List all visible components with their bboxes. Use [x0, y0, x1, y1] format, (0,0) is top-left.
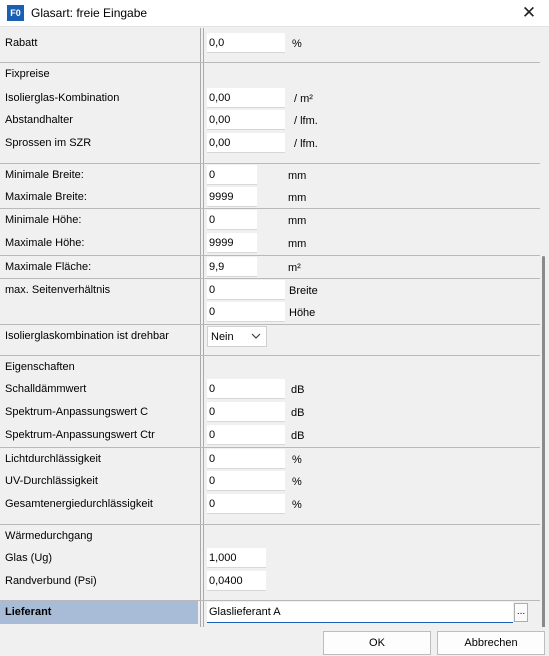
abstandhalter-input[interactable]: 0,00 — [207, 110, 285, 130]
chevron-down-icon — [251, 333, 261, 339]
row-uv: UV-Durchlässigkeit 0 % — [0, 470, 540, 493]
glas-ug-input[interactable]: 1,000 — [207, 548, 266, 568]
eigenschaften-heading: Eigenschaften — [5, 361, 75, 373]
row-drehbar: Isolierglaskombination ist drehbar Nein — [0, 324, 540, 347]
abstandhalter-label: Abstandhalter — [5, 114, 73, 126]
randverbund-input[interactable]: 0,0400 — [207, 571, 266, 591]
uv-unit: % — [292, 476, 302, 488]
spektrum-ctr-unit: dB — [291, 430, 305, 442]
row-schalldaemm: Schalldämmwert 0 dB — [0, 378, 540, 401]
drehbar-select[interactable]: Nein — [207, 326, 267, 347]
seitenverhaeltnis-label: max. Seitenverhältnis — [5, 284, 111, 296]
lieferant-input[interactable]: Glaslieferant A — [207, 602, 513, 623]
lieferant-label: Lieferant — [5, 606, 52, 618]
row-min-hoehe: Minimale Höhe: 0 mm — [0, 208, 540, 231]
form-area: Rabatt 0,0 % Fixpreise Isolierglas-Kombi… — [0, 28, 540, 627]
row-sprossen: Sprossen im SZR 0,00 / lfm. — [0, 132, 540, 155]
row-seitenverhaeltnis: max. Seitenverhältnis 0 Breite — [0, 278, 540, 301]
glas-ug-label: Glas (Ug) — [5, 552, 53, 564]
rabatt-label: Rabatt — [5, 37, 38, 49]
cancel-button[interactable]: Abbrechen — [437, 631, 545, 655]
sprossen-input[interactable]: 0,00 — [207, 133, 285, 153]
row-max-breite: Maximale Breite: 9999 mm — [0, 186, 540, 209]
sprossen-label: Sprossen im SZR — [5, 137, 92, 149]
isolierglas-label: Isolierglas-Kombination — [5, 92, 120, 104]
seitenverhaeltnis-breite-input[interactable]: 0 — [207, 280, 285, 300]
max-breite-unit: mm — [288, 192, 307, 204]
uv-input[interactable]: 0 — [207, 471, 285, 491]
drehbar-label: Isolierglaskombination ist drehbar — [5, 330, 169, 342]
vertical-scrollbar[interactable] — [540, 28, 549, 634]
app-icon: F0 — [7, 5, 24, 21]
licht-label: Lichtdurchlässigkeit — [5, 453, 101, 465]
seitenverhaeltnis-hoehe-input[interactable]: 0 — [207, 302, 285, 322]
isolierglas-unit: / m² — [294, 93, 313, 105]
title-bar: F0 Glasart: freie Eingabe ✕ — [0, 0, 549, 27]
sprossen-unit: / lfm. — [294, 138, 318, 150]
row-seitenverhaeltnis-hoehe: 0 Höhe — [0, 301, 540, 324]
spektrum-ctr-input[interactable]: 0 — [207, 425, 285, 445]
row-abstandhalter: Abstandhalter 0,00 / lfm. — [0, 109, 540, 132]
row-max-flaeche: Maximale Fläche: 9,9 m² — [0, 255, 540, 278]
spektrum-c-label: Spektrum-Anpassungswert C — [5, 406, 149, 418]
seitenverhaeltnis-breite-unit: Breite — [289, 285, 318, 297]
min-breite-label: Minimale Breite: — [5, 169, 84, 181]
gesamtenergie-input[interactable]: 0 — [207, 494, 285, 514]
max-flaeche-label: Maximale Fläche: — [5, 261, 92, 273]
max-hoehe-unit: mm — [288, 238, 307, 250]
seitenverhaeltnis-hoehe-unit: Höhe — [289, 307, 316, 319]
max-hoehe-input[interactable]: 9999 — [207, 233, 257, 253]
max-flaeche-unit: m² — [288, 262, 301, 274]
scrollbar-thumb[interactable] — [542, 256, 545, 634]
min-hoehe-label: Minimale Höhe: — [5, 214, 82, 226]
waerme-heading: Wärmedurchgang — [5, 530, 93, 542]
max-breite-input[interactable]: 9999 — [207, 187, 257, 207]
isolierglas-input[interactable]: 0,00 — [207, 88, 285, 108]
gesamtenergie-label: Gesamtenergiedurchlässigkeit — [5, 498, 153, 510]
row-waerme-heading: Wärmedurchgang — [0, 524, 540, 547]
licht-unit: % — [292, 454, 302, 466]
row-licht: Lichtdurchlässigkeit 0 % — [0, 447, 540, 470]
lieferant-label-cell: Lieferant — [0, 601, 198, 624]
spektrum-ctr-label: Spektrum-Anpassungswert Ctr — [5, 429, 155, 441]
schalldaemm-input[interactable]: 0 — [207, 379, 285, 399]
row-spektrum-ctr: Spektrum-Anpassungswert Ctr 0 dB — [0, 424, 540, 447]
row-spektrum-c: Spektrum-Anpassungswert C 0 dB — [0, 401, 540, 424]
schalldaemm-unit: dB — [291, 384, 305, 396]
spektrum-c-input[interactable]: 0 — [207, 402, 285, 422]
rabatt-unit: % — [292, 38, 302, 50]
ok-button[interactable]: OK — [323, 631, 431, 655]
rabatt-input[interactable]: 0,0 — [207, 33, 285, 53]
schalldaemm-label: Schalldämmwert — [5, 383, 87, 395]
window-title: Glasart: freie Eingabe — [31, 6, 148, 20]
row-glas-ug: Glas (Ug) 1,000 — [0, 547, 540, 570]
max-hoehe-label: Maximale Höhe: — [5, 237, 85, 249]
row-min-breite: Minimale Breite: 0 mm — [0, 163, 540, 186]
fixpreise-heading: Fixpreise — [5, 68, 50, 80]
licht-input[interactable]: 0 — [207, 449, 285, 469]
gesamtenergie-unit: % — [292, 499, 302, 511]
drehbar-value: Nein — [211, 331, 234, 343]
max-breite-label: Maximale Breite: — [5, 191, 87, 203]
row-isolierglas: Isolierglas-Kombination 0,00 / m² — [0, 87, 540, 110]
uv-label: UV-Durchlässigkeit — [5, 475, 98, 487]
row-rabatt: Rabatt 0,0 % — [0, 32, 540, 55]
min-hoehe-input[interactable]: 0 — [207, 210, 257, 230]
randverbund-label: Randverbund (Psi) — [5, 575, 97, 587]
min-breite-unit: mm — [288, 170, 307, 182]
close-button[interactable]: ✕ — [509, 0, 549, 27]
max-flaeche-input[interactable]: 9,9 — [207, 257, 257, 277]
row-eigenschaften-heading: Eigenschaften — [0, 355, 540, 378]
row-randverbund: Randverbund (Psi) 0,0400 — [0, 570, 540, 593]
lieferant-browse-button[interactable]: ... — [514, 603, 528, 622]
row-lieferant: Lieferant Glaslieferant A ... — [0, 600, 540, 624]
row-max-hoehe: Maximale Höhe: 9999 mm — [0, 232, 540, 255]
spektrum-c-unit: dB — [291, 407, 305, 419]
abstandhalter-unit: / lfm. — [294, 115, 318, 127]
min-breite-input[interactable]: 0 — [207, 165, 257, 185]
min-hoehe-unit: mm — [288, 215, 307, 227]
button-bar: OK Abbrechen — [0, 627, 549, 656]
row-fixpreise-heading: Fixpreise — [0, 62, 540, 85]
row-gesamtenergie: Gesamtenergiedurchlässigkeit 0 % — [0, 493, 540, 516]
